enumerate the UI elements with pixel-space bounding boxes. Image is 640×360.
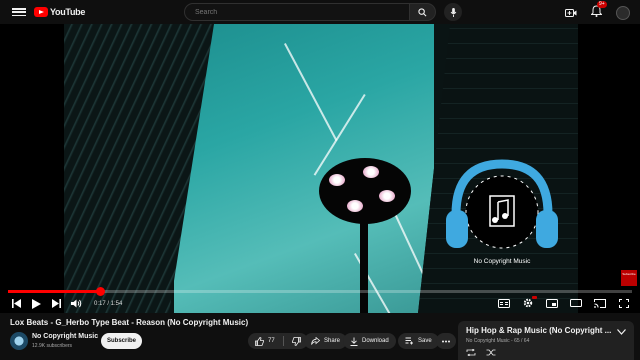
search-icon [418, 7, 427, 16]
youtube-logo[interactable]: YouTube [34, 7, 85, 17]
thumbs-down-icon[interactable] [291, 336, 301, 346]
video-title: Lox Beats - G_Herbo Type Beat - Reason (… [10, 318, 249, 327]
lamp-light [379, 190, 395, 202]
previous-button[interactable] [6, 296, 26, 312]
volume-button[interactable] [66, 296, 86, 312]
lamp-light [363, 166, 379, 178]
chevron-down-icon[interactable] [617, 329, 626, 335]
fullscreen-icon [619, 298, 629, 308]
thumbs-up-icon[interactable] [255, 336, 264, 346]
next-button[interactable] [46, 296, 66, 312]
save-button[interactable]: Save [398, 333, 439, 349]
notification-count-badge: 9+ [597, 1, 607, 8]
headphones-icon [446, 159, 558, 249]
playlist-meta: No Copyright Music - 65 / 64 [466, 338, 530, 344]
microphone-icon [450, 7, 456, 17]
lamp-light [347, 200, 363, 212]
progress-played [8, 290, 101, 293]
subscribe-button[interactable]: Subscribe [101, 333, 142, 349]
download-label: Download [362, 338, 389, 344]
share-icon [311, 337, 320, 345]
next-icon [51, 299, 61, 308]
voice-search-button[interactable] [444, 3, 462, 21]
gear-icon [523, 298, 533, 308]
player-controls: 0:17 / 1:54 [0, 294, 640, 313]
save-playlist-icon [405, 337, 413, 345]
save-row: Save [398, 333, 439, 349]
like-dislike-group: 77 [248, 333, 308, 349]
hd-badge [532, 296, 537, 299]
miniplayer-button[interactable] [542, 295, 562, 311]
search-button[interactable] [410, 3, 436, 21]
volume-icon [70, 299, 81, 308]
more-horizontal-icon [442, 340, 450, 342]
more-actions-button[interactable] [436, 333, 456, 349]
account-avatar[interactable] [616, 6, 630, 20]
youtube-play-icon [34, 7, 48, 17]
menu-icon[interactable] [12, 6, 26, 18]
captions-icon [498, 298, 510, 308]
download-row: Download [343, 333, 396, 349]
download-icon [350, 337, 358, 346]
shuffle-icon[interactable] [486, 349, 496, 356]
logo-text: YouTube [50, 7, 86, 17]
fullscreen-button[interactable] [614, 295, 634, 311]
channel-name[interactable]: No Copyright Music [32, 333, 98, 340]
search-bar [184, 3, 462, 21]
cast-button[interactable] [590, 295, 610, 311]
cast-icon [594, 298, 606, 308]
play-button[interactable] [26, 296, 46, 312]
subscribe-watermark[interactable]: Subscribe [621, 270, 637, 286]
playlist-panel[interactable]: Hip Hop & Rap Music (No Copyright ... No… [458, 321, 634, 360]
playlist-title[interactable]: Hip Hop & Rap Music (No Copyright ... [466, 326, 614, 335]
theater-mode-button[interactable] [566, 295, 586, 311]
video-player[interactable]: No Copyright Music Subscribe 0:17 / 1:54 [0, 24, 640, 313]
subscribe-watermark-label: Subscribe [622, 272, 636, 276]
settings-button[interactable] [518, 295, 538, 311]
like-dislike-pill: 77 [248, 333, 308, 349]
playlist-controls [466, 349, 496, 356]
street-lamp-head [319, 158, 411, 224]
save-label: Save [418, 338, 432, 344]
share-button[interactable]: Share [304, 333, 348, 349]
play-icon [31, 298, 41, 309]
create-video-icon[interactable] [565, 8, 577, 18]
subscriber-count: 12.9K subscribers [32, 343, 73, 349]
divider [282, 336, 284, 346]
time-display: 0:17 / 1:54 [94, 300, 123, 307]
watermark-caption: No Copyright Music [473, 258, 531, 265]
download-button[interactable]: Download [343, 333, 396, 349]
channel-avatar[interactable] [10, 332, 28, 350]
subtitles-button[interactable] [494, 295, 514, 311]
search-input[interactable] [184, 3, 410, 21]
notifications-button[interactable]: 9+ [590, 1, 607, 22]
previous-icon [11, 299, 21, 308]
headphones-watermark: No Copyright Music [438, 154, 566, 274]
theater-icon [570, 299, 582, 307]
loop-icon[interactable] [466, 349, 476, 356]
share-row: Share [304, 333, 348, 349]
top-right-actions: 9+ [565, 1, 630, 22]
miniplayer-icon [546, 298, 558, 308]
player-controls-right [494, 295, 634, 311]
like-count[interactable]: 77 [268, 338, 275, 344]
top-bar: YouTube 9+ [0, 0, 640, 24]
share-label: Share [324, 338, 341, 344]
more-actions-row [436, 333, 456, 349]
lamp-light [329, 174, 345, 186]
progress-bar[interactable] [8, 287, 632, 296]
